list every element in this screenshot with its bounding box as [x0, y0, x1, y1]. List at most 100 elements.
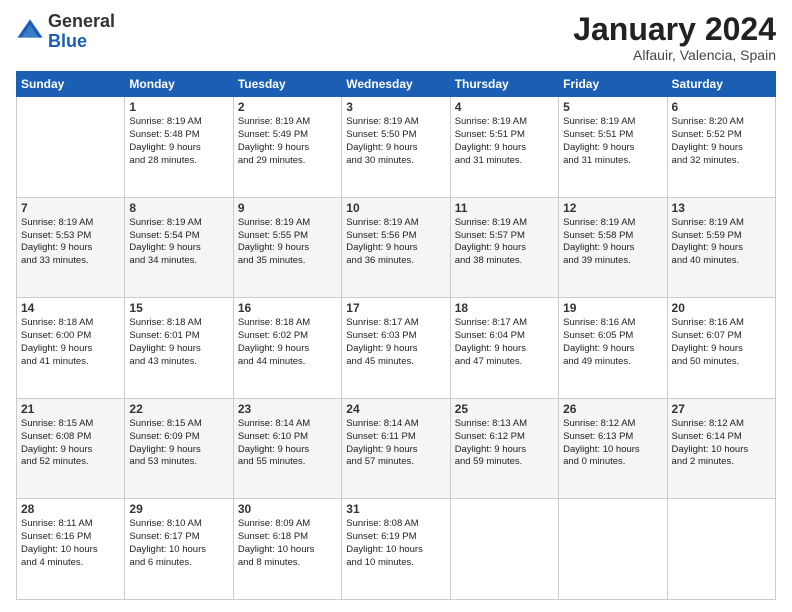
- day-number: 26: [563, 402, 662, 416]
- calendar-cell: 2Sunrise: 8:19 AMSunset: 5:49 PMDaylight…: [233, 97, 341, 198]
- weekday-header-thursday: Thursday: [450, 72, 558, 97]
- day-number: 31: [346, 502, 445, 516]
- calendar-cell: 18 Sunrise: 8:17 AMSunset: 6:04 PMDayligh…: [450, 298, 558, 399]
- day-info: Sunrise: 8:11 AMSunset: 6:16 PMDaylight:…: [21, 518, 120, 569]
- calendar-cell: 13 Sunrise: 8:19 AMSunset: 5:59 PMDayligh…: [667, 197, 775, 298]
- day-number: 17: [346, 301, 445, 315]
- day-number: 5: [563, 100, 662, 114]
- calendar-cell: 21Sunrise: 8:15 AMSunset: 6:08 PMDayligh…: [17, 398, 125, 499]
- calendar-cell: 30 Sunrise: 8:09 AMSunset: 6:18 PMDayligh…: [233, 499, 341, 600]
- day-info: Sunrise: 8:18 AMSunset: 6:00 PMDaylight:…: [21, 317, 120, 368]
- day-number: 23: [238, 402, 337, 416]
- day-number: 30: [238, 502, 337, 516]
- day-info: Sunrise: 8:19 AMSunset: 5:50 PMDaylight:…: [346, 116, 445, 167]
- calendar-table: SundayMondayTuesdayWednesdayThursdayFrid…: [16, 71, 776, 600]
- day-info: Sunrise: 8:12 AMSunset: 6:14 PMDaylight:…: [672, 418, 771, 469]
- weekday-header-wednesday: Wednesday: [342, 72, 450, 97]
- calendar-cell: 12 Sunrise: 8:19 AMSunset: 5:58 PMDayligh…: [559, 197, 667, 298]
- calendar-cell: [667, 499, 775, 600]
- day-info: Sunrise: 8:19 AMSunset: 5:55 PMDaylight:…: [238, 217, 337, 268]
- day-info: Sunrise: 8:19 AMSunset: 5:59 PMDaylight:…: [672, 217, 771, 268]
- header: General Blue January 2024 Alfauir, Valen…: [16, 12, 776, 63]
- day-info: Sunrise: 8:15 AMSunset: 6:09 PMDaylight:…: [129, 418, 228, 469]
- calendar-cell: [17, 97, 125, 198]
- month-title: January 2024: [573, 12, 776, 47]
- calendar-cell: 20 Sunrise: 8:16 AMSunset: 6:07 PMDayligh…: [667, 298, 775, 399]
- day-number: 28: [21, 502, 120, 516]
- calendar-cell: 1 Sunrise: 8:19 AMSunset: 5:48 PMDaylight…: [125, 97, 233, 198]
- calendar-week-3: 14Sunrise: 8:18 AMSunset: 6:00 PMDayligh…: [17, 298, 776, 399]
- day-number: 8: [129, 201, 228, 215]
- day-info: Sunrise: 8:16 AMSunset: 6:07 PMDaylight:…: [672, 317, 771, 368]
- title-area: January 2024 Alfauir, Valencia, Spain: [573, 12, 776, 63]
- calendar-cell: 15 Sunrise: 8:18 AMSunset: 6:01 PMDayligh…: [125, 298, 233, 399]
- day-number: 22: [129, 402, 228, 416]
- day-number: 18: [455, 301, 554, 315]
- weekday-header-tuesday: Tuesday: [233, 72, 341, 97]
- day-number: 25: [455, 402, 554, 416]
- day-info: Sunrise: 8:14 AMSunset: 6:10 PMDaylight:…: [238, 418, 337, 469]
- calendar-cell: 17 Sunrise: 8:17 AMSunset: 6:03 PMDayligh…: [342, 298, 450, 399]
- logo: General Blue: [16, 12, 115, 52]
- day-info: Sunrise: 8:17 AMSunset: 6:04 PMDaylight:…: [455, 317, 554, 368]
- day-info: Sunrise: 8:18 AMSunset: 6:01 PMDaylight:…: [129, 317, 228, 368]
- calendar-cell: 5Sunrise: 8:19 AMSunset: 5:51 PMDaylight…: [559, 97, 667, 198]
- day-number: 27: [672, 402, 771, 416]
- day-number: 15: [129, 301, 228, 315]
- day-info: Sunrise: 8:17 AMSunset: 6:03 PMDaylight:…: [346, 317, 445, 368]
- day-info: Sunrise: 8:14 AMSunset: 6:11 PMDaylight:…: [346, 418, 445, 469]
- weekday-header-monday: Monday: [125, 72, 233, 97]
- day-number: 11: [455, 201, 554, 215]
- day-number: 1: [129, 100, 228, 114]
- calendar-cell: 8 Sunrise: 8:19 AMSunset: 5:54 PMDaylight…: [125, 197, 233, 298]
- calendar-cell: 23 Sunrise: 8:14 AMSunset: 6:10 PMDayligh…: [233, 398, 341, 499]
- calendar-cell: 7 Sunrise: 8:19 AMSunset: 5:53 PMDaylight…: [17, 197, 125, 298]
- calendar-cell: 22 Sunrise: 8:15 AMSunset: 6:09 PMDayligh…: [125, 398, 233, 499]
- day-info: Sunrise: 8:19 AMSunset: 5:49 PMDaylight:…: [238, 116, 337, 167]
- logo-general: General: [48, 11, 115, 31]
- day-number: 29: [129, 502, 228, 516]
- calendar-cell: [450, 499, 558, 600]
- calendar-cell: 26 Sunrise: 8:12 AMSunset: 6:13 PMDayligh…: [559, 398, 667, 499]
- logo-text: General Blue: [48, 12, 115, 52]
- day-number: 20: [672, 301, 771, 315]
- day-info: Sunrise: 8:09 AMSunset: 6:18 PMDaylight:…: [238, 518, 337, 569]
- day-info: Sunrise: 8:12 AMSunset: 6:13 PMDaylight:…: [563, 418, 662, 469]
- logo-blue: Blue: [48, 31, 87, 51]
- day-number: 7: [21, 201, 120, 215]
- day-number: 12: [563, 201, 662, 215]
- day-number: 21: [21, 402, 120, 416]
- day-info: Sunrise: 8:18 AMSunset: 6:02 PMDaylight:…: [238, 317, 337, 368]
- day-number: 24: [346, 402, 445, 416]
- day-info: Sunrise: 8:19 AMSunset: 5:56 PMDaylight:…: [346, 217, 445, 268]
- day-info: Sunrise: 8:16 AMSunset: 6:05 PMDaylight:…: [563, 317, 662, 368]
- calendar-cell: 11 Sunrise: 8:19 AMSunset: 5:57 PMDayligh…: [450, 197, 558, 298]
- calendar-cell: 24 Sunrise: 8:14 AMSunset: 6:11 PMDayligh…: [342, 398, 450, 499]
- day-number: 4: [455, 100, 554, 114]
- day-number: 3: [346, 100, 445, 114]
- calendar-week-4: 21Sunrise: 8:15 AMSunset: 6:08 PMDayligh…: [17, 398, 776, 499]
- calendar-cell: 10 Sunrise: 8:19 AMSunset: 5:56 PMDayligh…: [342, 197, 450, 298]
- day-number: 10: [346, 201, 445, 215]
- day-info: Sunrise: 8:19 AMSunset: 5:54 PMDaylight:…: [129, 217, 228, 268]
- calendar-cell: 29Sunrise: 8:10 AMSunset: 6:17 PMDayligh…: [125, 499, 233, 600]
- day-info: Sunrise: 8:19 AMSunset: 5:48 PMDaylight:…: [129, 116, 228, 167]
- day-number: 13: [672, 201, 771, 215]
- day-info: Sunrise: 8:19 AMSunset: 5:53 PMDaylight:…: [21, 217, 120, 268]
- day-number: 16: [238, 301, 337, 315]
- calendar-cell: 3 Sunrise: 8:19 AMSunset: 5:50 PMDaylight…: [342, 97, 450, 198]
- day-info: Sunrise: 8:19 AMSunset: 5:57 PMDaylight:…: [455, 217, 554, 268]
- day-info: Sunrise: 8:19 AMSunset: 5:58 PMDaylight:…: [563, 217, 662, 268]
- calendar-cell: 4 Sunrise: 8:19 AMSunset: 5:51 PMDaylight…: [450, 97, 558, 198]
- day-info: Sunrise: 8:08 AMSunset: 6:19 PMDaylight:…: [346, 518, 445, 569]
- calendar-week-1: 1 Sunrise: 8:19 AMSunset: 5:48 PMDaylight…: [17, 97, 776, 198]
- calendar-week-2: 7 Sunrise: 8:19 AMSunset: 5:53 PMDaylight…: [17, 197, 776, 298]
- calendar-cell: 14Sunrise: 8:18 AMSunset: 6:00 PMDayligh…: [17, 298, 125, 399]
- logo-icon: [16, 18, 44, 46]
- day-number: 6: [672, 100, 771, 114]
- day-number: 9: [238, 201, 337, 215]
- weekday-header-row: SundayMondayTuesdayWednesdayThursdayFrid…: [17, 72, 776, 97]
- day-number: 19: [563, 301, 662, 315]
- day-info: Sunrise: 8:19 AMSunset: 5:51 PMDaylight:…: [455, 116, 554, 167]
- calendar-cell: 16 Sunrise: 8:18 AMSunset: 6:02 PMDayligh…: [233, 298, 341, 399]
